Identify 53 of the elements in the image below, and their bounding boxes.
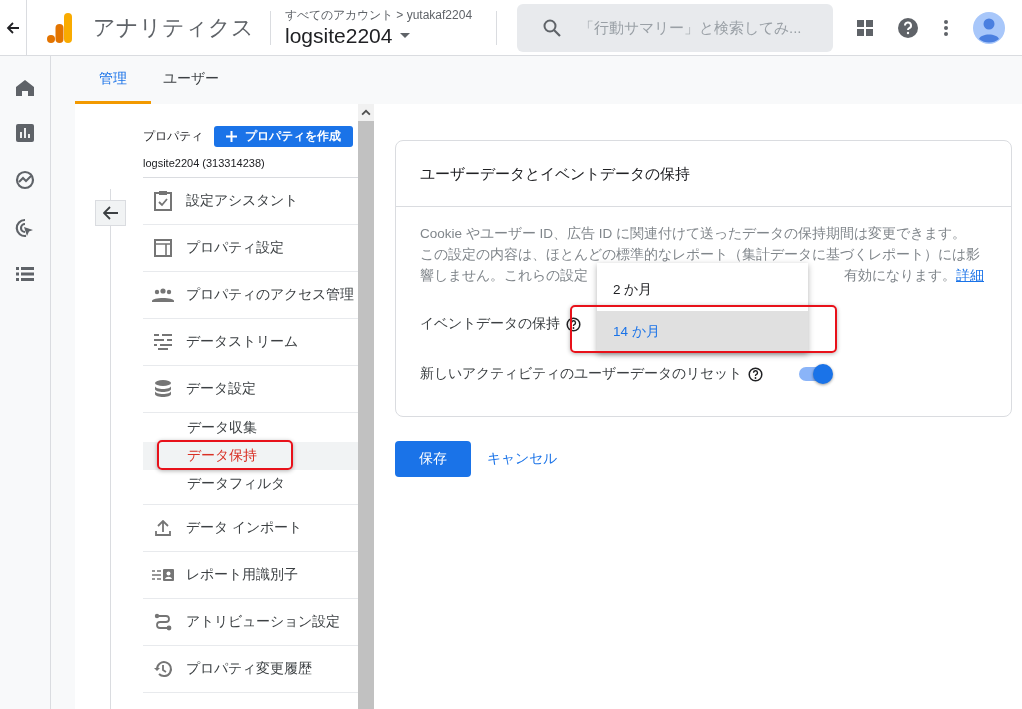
nav-subitem[interactable]: データ収集 — [143, 414, 358, 442]
layout-icon — [152, 239, 174, 257]
clipboard-check-icon — [152, 191, 174, 211]
dropdown-caret-icon[interactable] — [400, 33, 411, 39]
history-icon — [152, 660, 174, 678]
nav-subitem[interactable]: データ保持 — [143, 442, 358, 470]
help-outline-icon[interactable] — [566, 316, 581, 332]
toggle-switch[interactable] — [799, 367, 831, 381]
property-selector[interactable]: logsite2204 — [285, 24, 393, 48]
id-card-icon — [152, 569, 174, 581]
trend-circle-icon[interactable] — [15, 170, 35, 190]
apps-grid-icon[interactable] — [857, 19, 873, 36]
back-button[interactable] — [95, 200, 126, 226]
search-field[interactable]: 「行動サマリー」と検索してみ... — [517, 3, 833, 52]
back-arrow-icon — [102, 206, 119, 220]
avatar-icon[interactable] — [973, 11, 1005, 44]
dropdown-option[interactable]: 14 か月 — [597, 311, 808, 353]
setting-label: イベントデータの保持 — [420, 315, 560, 333]
upload-icon — [152, 520, 174, 536]
people-icon — [152, 288, 174, 302]
search-icon — [543, 18, 561, 37]
help-outline-icon[interactable] — [748, 366, 763, 382]
stream-icon — [152, 334, 174, 350]
plus-icon — [226, 131, 237, 142]
database-icon — [152, 380, 174, 398]
route-icon — [152, 613, 174, 631]
analytics-logo-icon — [47, 12, 73, 43]
details-link[interactable]: 詳細 — [956, 265, 984, 286]
property-label: プロパティ — [143, 129, 203, 144]
bar-chart-icon[interactable] — [16, 124, 34, 142]
dropdown-option[interactable]: 2 か月 — [597, 269, 808, 311]
target-cursor-icon[interactable] — [15, 218, 35, 238]
app-name: アナリティクス — [93, 13, 254, 42]
tab[interactable]: ユーザー — [151, 56, 231, 104]
description-text: Cookie やユーザー ID、広告 ID に関連付けて送ったデータの保持期間は変更できます。 — [420, 225, 968, 243]
more-vert-icon[interactable] — [943, 18, 949, 37]
scrollbar[interactable] — [358, 104, 374, 709]
card-title: ユーザーデータとイベントデータの保持 — [396, 141, 1011, 207]
help-icon[interactable] — [897, 16, 919, 39]
list-icon[interactable] — [16, 266, 34, 282]
account-breadcrumb[interactable]: すべてのアカウント > yutakaf2204 — [285, 7, 480, 24]
create-property-button[interactable]: プロパティを作成 — [214, 126, 353, 147]
description-text: 響しません。これらの設定 — [420, 267, 588, 285]
search-input[interactable]: 「行動サマリー」と検索してみ... — [577, 18, 819, 37]
back-arrow-icon[interactable] — [6, 20, 20, 35]
description-text: 有効になります。 — [844, 267, 956, 285]
cancel-button[interactable]: キャンセル — [487, 450, 557, 468]
nav-subitem[interactable]: データフィルタ — [143, 470, 358, 498]
scroll-up-icon[interactable] — [358, 104, 374, 121]
save-button[interactable]: 保存 — [395, 441, 471, 477]
setting-label: 新しいアクティビティのユーザーデータのリセット — [420, 365, 742, 383]
home-icon[interactable] — [16, 80, 34, 96]
description-text: この設定の内容は、ほとんどの標準的なレポート（集計データに基づくレポート）には影 — [420, 246, 981, 264]
